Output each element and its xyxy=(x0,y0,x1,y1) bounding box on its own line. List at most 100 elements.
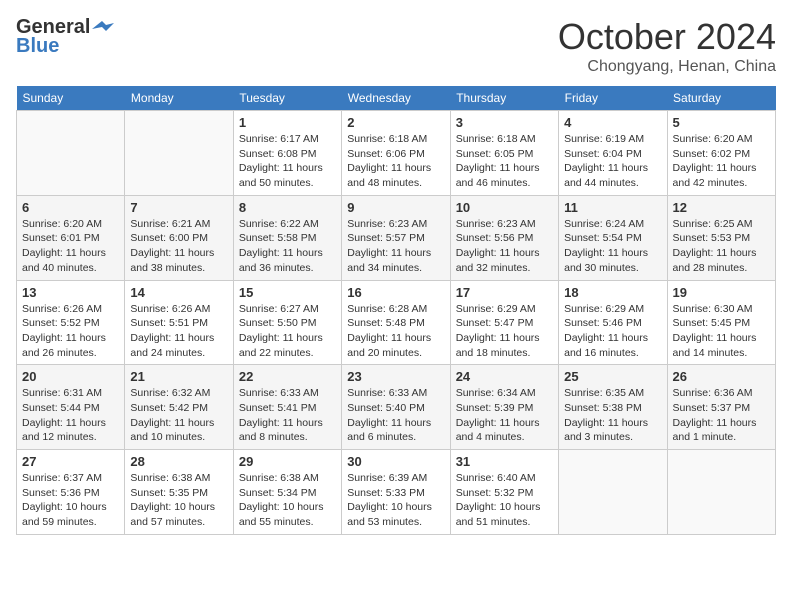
calendar-day-cell: 29 Sunrise: 6:38 AMSunset: 5:34 PMDayligh… xyxy=(233,450,341,535)
day-number: 31 xyxy=(456,454,553,469)
day-info: Sunrise: 6:18 AMSunset: 6:06 PMDaylight:… xyxy=(347,132,444,191)
calendar-day-cell: 25 Sunrise: 6:35 AMSunset: 5:38 PMDayligh… xyxy=(559,365,667,450)
day-number: 27 xyxy=(22,454,119,469)
day-info: Sunrise: 6:32 AMSunset: 5:42 PMDaylight:… xyxy=(130,386,227,445)
calendar-day-cell: 23Sunrise: 6:33 AMSunset: 5:40 PMDayligh… xyxy=(342,365,450,450)
day-number: 9 xyxy=(347,200,444,215)
location-title: Chongyang, Henan, China xyxy=(558,58,776,76)
day-number: 20 xyxy=(22,369,119,384)
day-number: 24 xyxy=(456,369,553,384)
calendar-day-cell: 3 Sunrise: 6:18 AMSunset: 6:05 PMDaylight… xyxy=(450,111,558,196)
day-number: 13 xyxy=(22,285,119,300)
calendar-day-cell: 12 Sunrise: 6:25 AMSunset: 5:53 PMDayligh… xyxy=(667,195,775,280)
calendar-day-cell: 28Sunrise: 6:38 AMSunset: 5:35 PMDayligh… xyxy=(125,450,233,535)
calendar-day-cell: 18 Sunrise: 6:29 AMSunset: 5:46 PMDayligh… xyxy=(559,280,667,365)
day-info: Sunrise: 6:24 AMSunset: 5:54 PMDaylight:… xyxy=(564,217,661,276)
calendar-day-cell: 6 Sunrise: 6:20 AMSunset: 6:01 PMDaylight… xyxy=(17,195,125,280)
calendar-day-cell: 20 Sunrise: 6:31 AMSunset: 5:44 PMDayligh… xyxy=(17,365,125,450)
calendar-day-cell: 13 Sunrise: 6:26 AMSunset: 5:52 PMDayligh… xyxy=(17,280,125,365)
calendar-day-cell: 2 Sunrise: 6:18 AMSunset: 6:06 PMDaylight… xyxy=(342,111,450,196)
calendar-day-cell: 27Sunrise: 6:37 AMSunset: 5:36 PMDayligh… xyxy=(17,450,125,535)
day-info: Sunrise: 6:31 AMSunset: 5:44 PMDaylight:… xyxy=(22,386,119,445)
day-info: Sunrise: 6:34 AMSunset: 5:39 PMDaylight:… xyxy=(456,386,553,445)
logo-bird-icon xyxy=(92,21,114,37)
calendar-week-row: 27Sunrise: 6:37 AMSunset: 5:36 PMDayligh… xyxy=(17,450,776,535)
day-number: 25 xyxy=(564,369,661,384)
calendar-day-cell xyxy=(125,111,233,196)
day-number: 10 xyxy=(456,200,553,215)
day-number: 18 xyxy=(564,285,661,300)
calendar-day-cell: 9 Sunrise: 6:23 AMSunset: 5:57 PMDaylight… xyxy=(342,195,450,280)
day-info: Sunrise: 6:27 AMSunset: 5:50 PMDaylight:… xyxy=(239,302,336,361)
day-info: Sunrise: 6:23 AMSunset: 5:57 PMDaylight:… xyxy=(347,217,444,276)
logo-blue-text: Blue xyxy=(16,35,59,58)
calendar-week-row: 20 Sunrise: 6:31 AMSunset: 5:44 PMDayligh… xyxy=(17,365,776,450)
day-number: 30 xyxy=(347,454,444,469)
day-number: 3 xyxy=(456,115,553,130)
calendar-day-cell: 10Sunrise: 6:23 AMSunset: 5:56 PMDayligh… xyxy=(450,195,558,280)
day-info: Sunrise: 6:18 AMSunset: 6:05 PMDaylight:… xyxy=(456,132,553,191)
day-info: Sunrise: 6:29 AMSunset: 5:46 PMDaylight:… xyxy=(564,302,661,361)
day-number: 14 xyxy=(130,285,227,300)
day-number: 2 xyxy=(347,115,444,130)
calendar-week-row: 6 Sunrise: 6:20 AMSunset: 6:01 PMDaylight… xyxy=(17,195,776,280)
day-number: 16 xyxy=(347,285,444,300)
day-info: Sunrise: 6:33 AMSunset: 5:40 PMDaylight:… xyxy=(347,386,444,445)
day-number: 6 xyxy=(22,200,119,215)
day-number: 12 xyxy=(673,200,770,215)
day-info: Sunrise: 6:33 AMSunset: 5:41 PMDaylight:… xyxy=(239,386,336,445)
day-number: 19 xyxy=(673,285,770,300)
day-number: 29 xyxy=(239,454,336,469)
day-info: Sunrise: 6:19 AMSunset: 6:04 PMDaylight:… xyxy=(564,132,661,191)
month-title: October 2024 xyxy=(558,16,776,58)
day-number: 8 xyxy=(239,200,336,215)
calendar-table: SundayMondayTuesdayWednesdayThursdayFrid… xyxy=(16,86,776,535)
calendar-day-cell: 24 Sunrise: 6:34 AMSunset: 5:39 PMDayligh… xyxy=(450,365,558,450)
day-info: Sunrise: 6:22 AMSunset: 5:58 PMDaylight:… xyxy=(239,217,336,276)
calendar-day-cell xyxy=(667,450,775,535)
day-number: 7 xyxy=(130,200,227,215)
calendar-day-cell: 30 Sunrise: 6:39 AMSunset: 5:33 PMDayligh… xyxy=(342,450,450,535)
day-number: 17 xyxy=(456,285,553,300)
day-number: 28 xyxy=(130,454,227,469)
day-info: Sunrise: 6:39 AMSunset: 5:33 PMDaylight:… xyxy=(347,471,444,530)
day-info: Sunrise: 6:29 AMSunset: 5:47 PMDaylight:… xyxy=(456,302,553,361)
day-number: 26 xyxy=(673,369,770,384)
day-info: Sunrise: 6:21 AMSunset: 6:00 PMDaylight:… xyxy=(130,217,227,276)
day-info: Sunrise: 6:17 AMSunset: 6:08 PMDaylight:… xyxy=(239,132,336,191)
calendar-day-cell: 31Sunrise: 6:40 AMSunset: 5:32 PMDayligh… xyxy=(450,450,558,535)
calendar-week-row: 13 Sunrise: 6:26 AMSunset: 5:52 PMDayligh… xyxy=(17,280,776,365)
calendar-day-cell: 11 Sunrise: 6:24 AMSunset: 5:54 PMDayligh… xyxy=(559,195,667,280)
calendar-day-cell: 15 Sunrise: 6:27 AMSunset: 5:50 PMDayligh… xyxy=(233,280,341,365)
calendar-day-cell: 26 Sunrise: 6:36 AMSunset: 5:37 PMDayligh… xyxy=(667,365,775,450)
weekday-header-saturday: Saturday xyxy=(667,86,775,111)
weekday-header-friday: Friday xyxy=(559,86,667,111)
day-number: 4 xyxy=(564,115,661,130)
calendar-day-cell xyxy=(559,450,667,535)
day-number: 11 xyxy=(564,200,661,215)
calendar-day-cell: 21 Sunrise: 6:32 AMSunset: 5:42 PMDayligh… xyxy=(125,365,233,450)
weekday-header-wednesday: Wednesday xyxy=(342,86,450,111)
calendar-day-cell: 1 Sunrise: 6:17 AMSunset: 6:08 PMDaylight… xyxy=(233,111,341,196)
day-number: 1 xyxy=(239,115,336,130)
calendar-day-cell: 19 Sunrise: 6:30 AMSunset: 5:45 PMDayligh… xyxy=(667,280,775,365)
calendar-day-cell: 5 Sunrise: 6:20 AMSunset: 6:02 PMDaylight… xyxy=(667,111,775,196)
calendar-day-cell: 17 Sunrise: 6:29 AMSunset: 5:47 PMDayligh… xyxy=(450,280,558,365)
day-info: Sunrise: 6:20 AMSunset: 6:01 PMDaylight:… xyxy=(22,217,119,276)
day-info: Sunrise: 6:38 AMSunset: 5:34 PMDaylight:… xyxy=(239,471,336,530)
weekday-header-tuesday: Tuesday xyxy=(233,86,341,111)
day-number: 15 xyxy=(239,285,336,300)
day-info: Sunrise: 6:35 AMSunset: 5:38 PMDaylight:… xyxy=(564,386,661,445)
calendar-day-cell: 14Sunrise: 6:26 AMSunset: 5:51 PMDayligh… xyxy=(125,280,233,365)
weekday-header-monday: Monday xyxy=(125,86,233,111)
calendar-day-cell: 8 Sunrise: 6:22 AMSunset: 5:58 PMDaylight… xyxy=(233,195,341,280)
calendar-week-row: 1 Sunrise: 6:17 AMSunset: 6:08 PMDaylight… xyxy=(17,111,776,196)
day-info: Sunrise: 6:30 AMSunset: 5:45 PMDaylight:… xyxy=(673,302,770,361)
day-info: Sunrise: 6:36 AMSunset: 5:37 PMDaylight:… xyxy=(673,386,770,445)
day-info: Sunrise: 6:26 AMSunset: 5:52 PMDaylight:… xyxy=(22,302,119,361)
day-info: Sunrise: 6:20 AMSunset: 6:02 PMDaylight:… xyxy=(673,132,770,191)
calendar-day-cell: 4 Sunrise: 6:19 AMSunset: 6:04 PMDaylight… xyxy=(559,111,667,196)
day-number: 5 xyxy=(673,115,770,130)
day-info: Sunrise: 6:25 AMSunset: 5:53 PMDaylight:… xyxy=(673,217,770,276)
day-number: 21 xyxy=(130,369,227,384)
